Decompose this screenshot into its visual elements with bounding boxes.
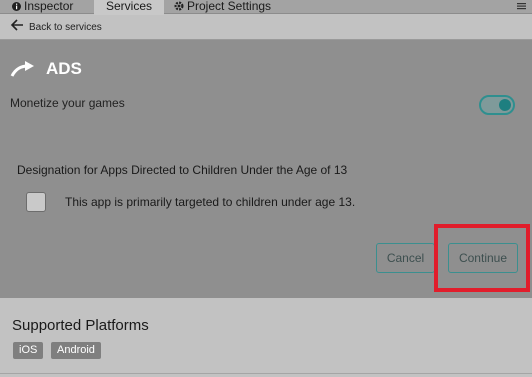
back-arrow-icon[interactable] (9, 17, 25, 38)
monetize-toggle[interactable] (479, 95, 515, 115)
under-13-checkbox[interactable] (26, 192, 46, 212)
tab-services-label: Services (105, 0, 152, 13)
info-icon (12, 1, 21, 14)
tab-project-settings-label: Project Settings (187, 0, 272, 13)
ads-settings-panel: ADS Monetize your games Designation for … (0, 40, 532, 298)
gear-icon (174, 1, 184, 14)
supported-platforms-section: Supported Platforms iOS Android (0, 298, 532, 377)
toggle-knob (499, 99, 511, 111)
platform-badge-android: Android (51, 342, 101, 359)
back-to-services-link[interactable]: Back to services (29, 22, 102, 33)
monetize-label: Monetize your games (10, 96, 125, 110)
panel-menu-icon[interactable] (517, 1, 526, 13)
coppa-heading: Designation for Apps Directed to Childre… (17, 163, 348, 177)
tab-inspector[interactable]: Inspector (0, 0, 94, 14)
continue-highlight-box (434, 224, 530, 292)
under-13-checkbox-label[interactable]: This app is primarily targeted to childr… (65, 195, 355, 209)
cancel-button[interactable]: Cancel (376, 243, 435, 273)
back-bar: Back to services (0, 15, 532, 40)
tab-bar: Inspector Services Project Settings (0, 0, 532, 15)
divider (0, 373, 532, 374)
ads-arrow-icon (10, 60, 36, 83)
tab-services[interactable]: Services (94, 0, 164, 15)
supported-platforms-title: Supported Platforms (12, 317, 149, 334)
tab-inspector-label: Inspector (24, 0, 74, 13)
ads-title: ADS (46, 59, 82, 78)
tab-project-settings[interactable]: Project Settings (172, 0, 302, 14)
platform-badge-ios: iOS (13, 342, 44, 359)
